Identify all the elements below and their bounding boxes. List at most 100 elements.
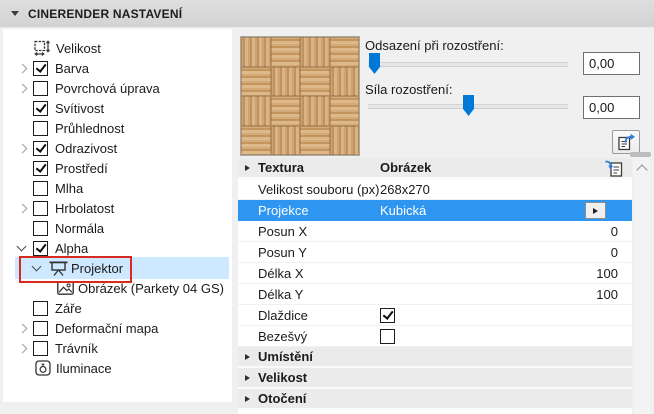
table-row-velikost-souboru[interactable]: Velikost souboru (px) 268x270 <box>238 179 632 200</box>
tree-item-label: Povrchová úprava <box>55 80 160 96</box>
group-arrow-icon[interactable] <box>245 375 250 381</box>
property-label: Délka Y <box>258 286 304 302</box>
checkbox[interactable] <box>33 100 48 116</box>
tree-item-barva[interactable]: Barva <box>3 58 232 78</box>
checkbox[interactable] <box>33 180 48 196</box>
blur-strength-slider[interactable] <box>368 95 568 117</box>
checkbox[interactable] <box>33 160 48 176</box>
blur-strength-input[interactable] <box>583 96 640 119</box>
checkbox[interactable] <box>33 340 48 356</box>
slider-thumb[interactable] <box>369 53 380 74</box>
channel-tree: Velikost Barva Povrchová úprava Svítivos… <box>3 29 232 402</box>
tree-item-pruhlednost[interactable]: Průhlednost <box>3 118 232 138</box>
table-row-posun-x[interactable]: Posun X 0 <box>238 221 632 242</box>
table-row-delka-x[interactable]: Délka X 100 <box>238 263 632 284</box>
tree-item-label: Barva <box>55 60 89 76</box>
group-label: Umístění <box>258 349 313 364</box>
tree-item-povrchova-uprava[interactable]: Povrchová úprava <box>3 78 232 98</box>
projection-flyout-button[interactable] <box>585 202 606 219</box>
tree-item-iluminace[interactable]: Iluminace <box>3 358 232 378</box>
image-icon <box>55 281 75 295</box>
property-label: Velikost souboru (px) <box>258 181 380 197</box>
tree-item-label: Záře <box>55 300 82 316</box>
tree-item-label: Normála <box>55 220 105 236</box>
expander-icon[interactable] <box>17 323 28 333</box>
splitter-handle[interactable] <box>630 152 651 157</box>
table-row-delka-y[interactable]: Délka Y 100 <box>238 284 632 305</box>
table-row-bezesvy[interactable]: Bezešvý <box>238 326 632 347</box>
tree-item-normala[interactable]: Normála <box>3 218 232 238</box>
blur-offset-input[interactable] <box>583 52 640 75</box>
tree-item-velikost[interactable]: Velikost <box>3 38 232 58</box>
blur-offset-label: Odsazení při rozostření: <box>365 38 504 53</box>
open-image-settings-button[interactable] <box>612 130 640 154</box>
checkbox[interactable] <box>380 328 395 344</box>
lamp-icon <box>33 360 53 376</box>
tree-item-label: Velikost <box>56 40 101 56</box>
tree-item-svitivost[interactable]: Svítivost <box>3 98 232 118</box>
tree-item-label: Deformační mapa <box>55 320 159 336</box>
slider-thumb[interactable] <box>463 95 474 116</box>
property-label: Délka X <box>258 265 304 281</box>
tree-item-hrbolatost[interactable]: Hrbolatost <box>3 198 232 218</box>
property-value: Kubická <box>380 202 427 218</box>
tree-item-prostredi[interactable]: Prostředí <box>3 158 232 178</box>
blur-offset-slider[interactable] <box>368 53 568 75</box>
scroll-up-icon[interactable] <box>636 164 648 176</box>
table-group-umisteni[interactable]: Umístění <box>238 347 632 368</box>
expander-icon[interactable] <box>17 143 28 153</box>
tree-item-zare[interactable]: Záře <box>3 298 232 318</box>
tree-item-label: Mlha <box>55 180 84 196</box>
property-label: Posun Y <box>258 244 307 260</box>
tree-item-alpha[interactable]: Alpha <box>3 238 232 258</box>
tree-item-odrazivost[interactable]: Odrazivost <box>3 138 232 158</box>
checkbox[interactable] <box>33 80 48 96</box>
table-row-projekce[interactable]: Projekce Kubická <box>238 200 632 221</box>
table-scrollbar[interactable] <box>634 158 650 414</box>
panel-header[interactable]: CINERENDER NASTAVENÍ <box>0 0 654 28</box>
cinerender-settings-panel: CINERENDER NASTAVENÍ Velikost Barva Povr… <box>0 0 654 414</box>
expander-icon[interactable] <box>17 343 28 353</box>
expander-icon[interactable] <box>16 241 27 252</box>
group-label: Otočení <box>258 391 307 406</box>
expander-icon[interactable] <box>17 83 28 93</box>
checkbox[interactable] <box>33 320 48 336</box>
table-group-otoceni[interactable]: Otočení <box>238 389 632 410</box>
group-arrow-icon[interactable] <box>245 165 250 171</box>
table-row-posun-y[interactable]: Posun Y 0 <box>238 242 632 263</box>
property-value: 0 <box>610 223 618 239</box>
texture-preview[interactable] <box>240 36 360 156</box>
checkbox[interactable] <box>33 120 48 136</box>
tree-item-label: Hrbolatost <box>55 200 115 216</box>
checkbox[interactable] <box>33 300 48 316</box>
table-row-dlazdice[interactable]: Dlaždice <box>238 305 632 326</box>
tree-item-label: Svítivost <box>55 100 105 116</box>
slider-track[interactable] <box>368 62 568 67</box>
checkbox[interactable] <box>33 240 48 256</box>
property-value: 100 <box>596 286 618 302</box>
checkbox[interactable] <box>33 220 48 236</box>
group-value: Obrázek <box>380 160 432 175</box>
table-group-textura[interactable]: Textura Obrázek <box>238 158 632 179</box>
checkbox[interactable] <box>33 140 48 156</box>
property-value: 0 <box>610 244 618 260</box>
panel-title: CINERENDER NASTAVENÍ <box>28 6 183 21</box>
tree-item-deformacni-mapa[interactable]: Deformační mapa <box>3 318 232 338</box>
checkbox[interactable] <box>33 60 48 76</box>
table-group-velikost[interactable]: Velikost <box>238 368 632 389</box>
tree-item-label: Odrazivost <box>55 140 118 156</box>
expander-icon[interactable] <box>17 203 28 213</box>
group-arrow-icon[interactable] <box>245 396 250 402</box>
collapse-triangle-icon[interactable] <box>11 11 19 16</box>
property-label: Projekce <box>258 202 309 218</box>
checkbox[interactable] <box>380 307 395 323</box>
expander-icon[interactable] <box>17 63 28 73</box>
tree-item-travnik[interactable]: Trávník <box>3 338 232 358</box>
tree-item-label: Alpha <box>55 240 89 256</box>
annotation-highlight <box>19 256 132 283</box>
tree-item-label: Prostředí <box>55 160 108 176</box>
group-arrow-icon[interactable] <box>245 354 250 360</box>
tree-item-mlha[interactable]: Mlha <box>3 178 232 198</box>
import-settings-button[interactable] <box>603 159 625 178</box>
checkbox[interactable] <box>33 200 48 216</box>
